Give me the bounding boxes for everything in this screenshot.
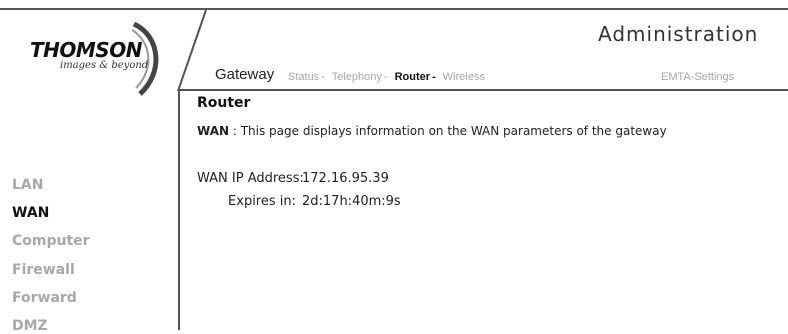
page-description: WAN : This page displays information on …	[197, 124, 667, 138]
logo-tagline: images & beyond	[60, 60, 149, 71]
nav-link-router[interactable]: Router	[395, 71, 430, 83]
nav-links: Status - Telephony - Router - Wireless EMTA…	[288, 71, 734, 83]
expires-label: Expires in:	[228, 194, 296, 209]
nav-gateway[interactable]: Gateway	[215, 66, 274, 83]
nav-separator: -	[383, 71, 388, 83]
page-header-title: Administration	[598, 22, 759, 46]
sidebar-item-dmz[interactable]: DMZ	[12, 318, 48, 334]
expires-value: 2d:17h:40m:9s	[302, 194, 401, 209]
sidebar-item-lan[interactable]: LAN	[12, 177, 43, 193]
sidebar-item-computer[interactable]: Computer	[12, 233, 90, 249]
desc-keyword: WAN	[197, 124, 230, 138]
header-rule	[180, 89, 788, 91]
wan-ip-value: 172.16.95.39	[302, 171, 389, 186]
sidebar-item-forward[interactable]: Forward	[12, 290, 77, 306]
nav-separator: -	[432, 71, 436, 83]
nav-link-status[interactable]: Status	[288, 71, 319, 83]
nav-link-emta-settings[interactable]: EMTA-Settings	[661, 71, 734, 83]
page-title: Router	[197, 95, 251, 111]
nav-link-wireless[interactable]: Wireless	[443, 71, 485, 83]
router-admin-page: THOMSON images & beyond Administration G…	[0, 0, 788, 334]
sidebar-item-wan[interactable]: WAN	[12, 205, 49, 221]
wan-ip-label: WAN IP Address:	[197, 171, 304, 186]
desc-text: : This page displays information on the …	[229, 124, 667, 138]
nav-separator: -	[321, 71, 325, 83]
sidebar-item-firewall[interactable]: Firewall	[12, 262, 75, 278]
sidebar-divider	[178, 89, 180, 330]
logo-brand: THOMSON	[30, 38, 142, 62]
top-nav: Gateway Status - Telephony - Router - Wirel…	[180, 64, 788, 90]
nav-link-telephony[interactable]: Telephony	[332, 71, 382, 83]
